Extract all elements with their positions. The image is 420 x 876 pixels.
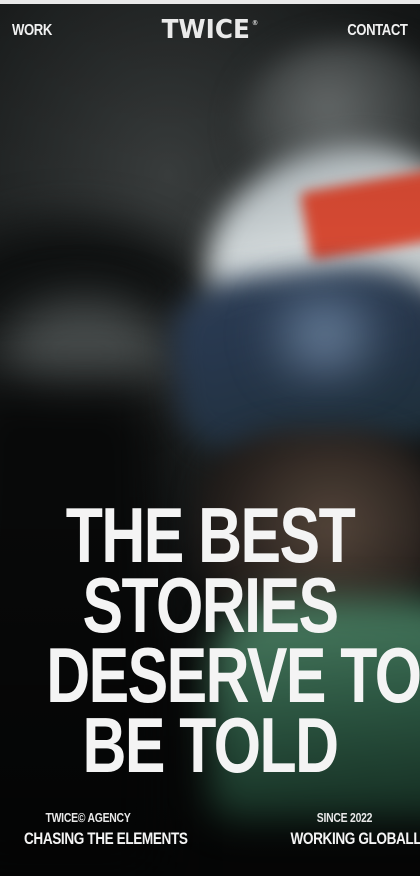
brand-logo[interactable]: TWICE ® [162, 15, 259, 45]
page: WORK TWICE ® CONTACT THE BEST STORIES DE… [0, 0, 420, 876]
agency-tagline: CHASING THE ELEMENTS [24, 829, 188, 848]
nav-link-contact[interactable]: CONTACT [348, 22, 409, 40]
agency-name: TWICE© AGENCY [45, 810, 131, 825]
headline-line: DESERVE TO [46, 631, 420, 719]
logo-text: TWICE [161, 15, 250, 45]
since-info: SINCE 2022 WORKING GLOBALLY [277, 810, 420, 849]
hero-headline: THE BEST STORIES DESERVE TO BE TOLD [0, 491, 420, 789]
registered-mark: ® [251, 19, 259, 27]
headline-line: STORIES [82, 561, 339, 649]
agency-info: TWICE© AGENCY CHASING THE ELEMENTS [8, 810, 188, 849]
top-border [0, 0, 420, 4]
working-globally: WORKING GLOBALLY [290, 829, 420, 848]
top-navigation: WORK TWICE ® CONTACT [0, 4, 420, 56]
nav-link-work[interactable]: WORK [12, 22, 52, 40]
headline-line: BE TOLD [82, 701, 339, 789]
headline-line: THE BEST [65, 491, 356, 579]
since-year: SINCE 2022 [316, 810, 373, 825]
